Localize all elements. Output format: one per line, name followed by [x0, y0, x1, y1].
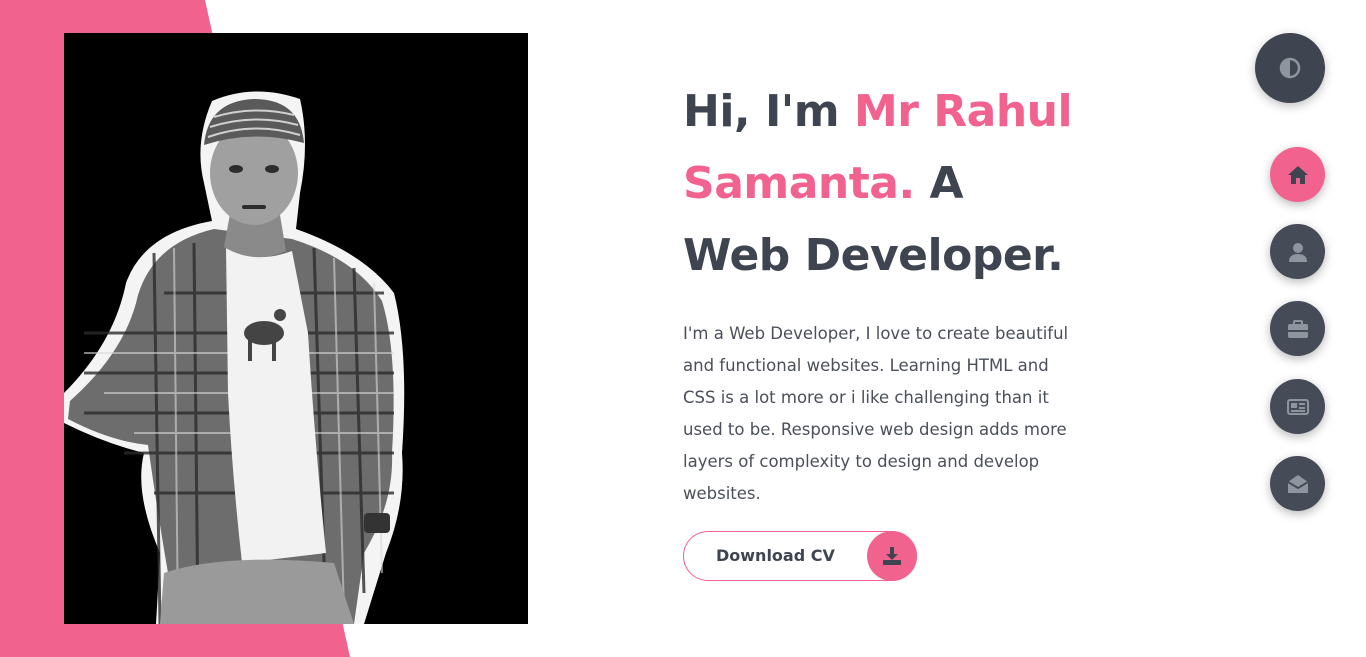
contrast-icon [1279, 57, 1301, 79]
nav-contact-button[interactable] [1270, 456, 1325, 511]
greeting-text: Hi, I'm [683, 86, 854, 137]
download-icon [867, 531, 917, 581]
role-prefix-text: A [914, 158, 964, 209]
profile-photo [64, 33, 528, 624]
nav-home-button[interactable] [1270, 147, 1325, 202]
download-cv-label: Download CV [716, 546, 835, 565]
briefcase-icon [1288, 320, 1308, 338]
newspaper-icon [1287, 399, 1309, 415]
envelope-open-icon [1287, 475, 1309, 493]
role-text: Web Developer. [683, 230, 1064, 281]
page: Hi, I'm Mr Rahul Samanta. A Web Developer… [0, 0, 1366, 657]
theme-toggle-button[interactable] [1255, 33, 1325, 103]
bio-paragraph: I'm a Web Developer, I love to create be… [683, 324, 1069, 503]
home-icon [1288, 166, 1308, 184]
profile-photo-illustration [64, 33, 528, 624]
nav-blogs-button[interactable] [1270, 379, 1325, 434]
nav-portfolio-button[interactable] [1270, 301, 1325, 356]
hero-section: Hi, I'm Mr Rahul Samanta. A Web Developer… [683, 76, 1123, 510]
download-cv-button[interactable]: Download CV [683, 531, 917, 581]
user-icon [1289, 243, 1307, 262]
hero-headline: Hi, I'm Mr Rahul Samanta. A Web Developer… [683, 76, 1123, 292]
nav-about-button[interactable] [1270, 224, 1325, 279]
